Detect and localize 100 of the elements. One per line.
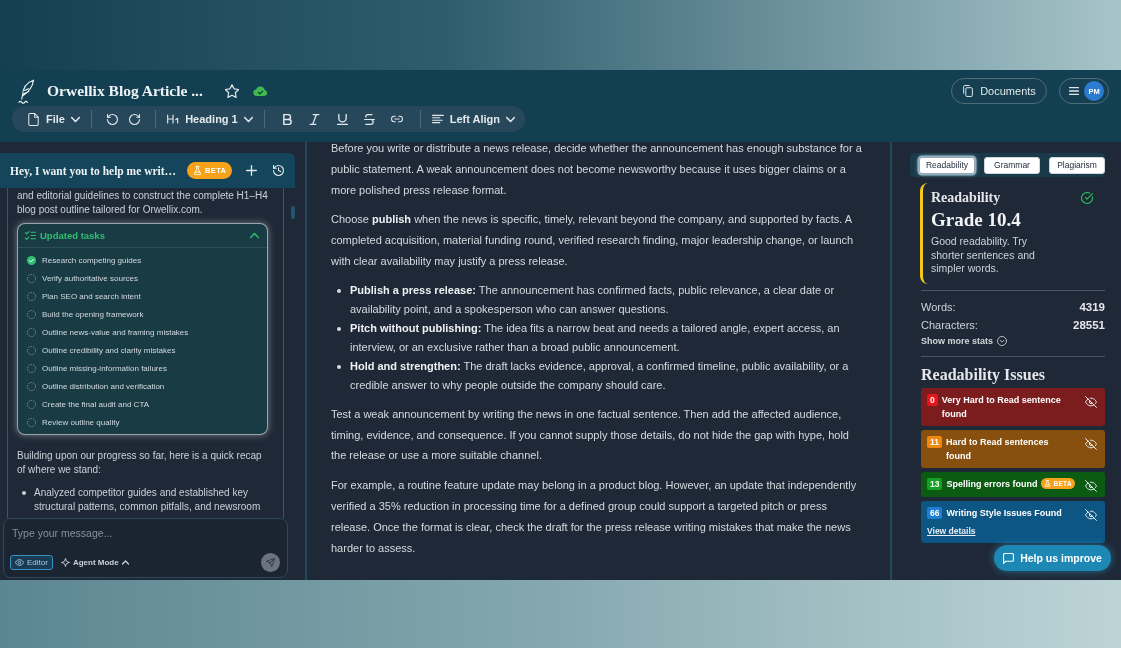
analysis-tab[interactable]: Plagiarism	[1049, 156, 1105, 174]
check-circle-icon	[1081, 192, 1093, 204]
history-icon	[273, 165, 285, 176]
bullet-icon	[22, 491, 26, 495]
stat-value: 4319	[1079, 300, 1105, 313]
undo-icon	[106, 113, 118, 125]
body-paragraph: Choose publish when the news is specific, timely, relevant beyond the company, and supported by facts. A completed acquisition, material funding round, verified research finding, major leadership change, or launch with clear availability may justify a press release.	[331, 212, 855, 269]
chevron-circle-icon	[997, 335, 1008, 346]
chevron-up-icon[interactable]	[250, 231, 259, 240]
hide-issues-button[interactable]	[1085, 395, 1097, 408]
task-label: Review outline quality	[42, 417, 120, 427]
bullet-icon	[337, 364, 341, 369]
eye-off-icon	[1085, 508, 1097, 521]
issue-count: 11	[927, 435, 942, 448]
issue-label: Very Hard to Read sentence found	[941, 393, 1062, 421]
task-label: Plan SEO and search intent	[42, 291, 141, 301]
chevron-down-icon	[505, 114, 515, 124]
send-button[interactable]	[261, 553, 280, 572]
chat-message-text: Building upon our progress so far, here is a quick recap of where we stand:	[17, 449, 263, 477]
list-item-text: Pitch without publishing: The idea fits a narrow beat and needs a tailored angle, expert access, an interview, or an exclusive rather than a broad public announcement.	[350, 320, 841, 355]
bold-icon	[281, 113, 293, 125]
chevron-down-icon	[70, 114, 80, 124]
stat-label: Characters:	[921, 318, 978, 331]
cloud-check-icon	[252, 86, 268, 96]
show-more-stats-button[interactable]: Show more stats	[921, 335, 1008, 346]
hide-issues-button[interactable]	[1085, 479, 1097, 492]
chat-list-item: Analyzed competitor guides and established key structural patterns, common pitfalls, and newsroom	[34, 486, 262, 514]
eye-off-icon	[1085, 479, 1097, 492]
copy-icon	[962, 85, 975, 97]
task-label: Outline credibility and clarity mistakes	[42, 345, 176, 355]
quill-icon	[18, 78, 35, 104]
analysis-tab[interactable]: Grammar	[984, 156, 1040, 174]
strikethrough-icon	[364, 113, 376, 125]
issue-card[interactable]: 11 Hard to Read sentences found	[921, 429, 1105, 468]
issue-count: 0	[927, 393, 938, 406]
task-label: Outline distribution and verification	[42, 381, 165, 391]
issue-label: Spelling errors found	[946, 477, 1038, 491]
new-chat-button[interactable]	[244, 163, 260, 178]
document-icon	[27, 112, 40, 126]
heading-icon	[167, 113, 180, 125]
redo-icon	[129, 113, 141, 125]
message-field[interactable]: Type your message... Editor Agent Mode	[3, 518, 288, 578]
body-paragraph: For example, a routine feature update may belong in a product blog. However, an update that independently verified a 35% reduction in processing time for a defined group could support a targeted pitch or press release. Once the format is clear, check the draft for the press release writing mistakes that make the news harder to assess.	[331, 478, 858, 556]
link-icon	[391, 113, 403, 125]
view-details-link[interactable]: View details	[927, 525, 976, 536]
flask-icon	[193, 166, 203, 175]
body-paragraph: Test a weak announcement by writing the news in one factual sentence. Then add the affected audience, timing, evidence, and consequence. If you cannot supply those details, do not hide the gap with hype, hold the release or use a more suitable channel.	[331, 406, 850, 464]
analysis-tab[interactable]: Readability	[919, 156, 975, 174]
text-style-menu-button[interactable]: Heading 1	[165, 108, 255, 130]
task-label: Outline news-value and framing mistakes	[42, 327, 189, 337]
hide-issues-button[interactable]	[1085, 508, 1097, 521]
issues-heading: Readability Issues	[921, 365, 1047, 384]
scrollbar-thumb[interactable]	[291, 206, 295, 219]
bullet-icon	[337, 288, 341, 293]
editor-toggle-button[interactable]: Editor	[10, 555, 53, 570]
menu-icon	[1069, 86, 1079, 96]
sparkle-icon	[60, 558, 70, 567]
agent-mode-button[interactable]: Agent Mode	[60, 558, 129, 567]
eye-off-icon	[1085, 437, 1097, 450]
feedback-button[interactable]: Help us improve	[994, 545, 1111, 571]
issue-card[interactable]: 0 Very Hard to Read sentence found	[921, 387, 1105, 426]
task-card-title: Updated tasks	[40, 230, 105, 241]
italic-icon	[309, 113, 321, 125]
issue-label: Writing Style Issues Found	[946, 506, 1062, 520]
task-label: Verify authoritative sources	[42, 273, 139, 283]
history-button[interactable]	[271, 163, 287, 178]
chevron-down-icon	[243, 114, 253, 124]
documents-button[interactable]: Documents	[951, 78, 1047, 104]
issue-card[interactable]: 66 Writing Style Issues Found View details	[921, 500, 1105, 543]
eye-off-icon	[1085, 395, 1097, 408]
stat-value: 28551	[1073, 318, 1105, 331]
task-label: Outline missing-information failures	[42, 363, 167, 373]
send-icon	[266, 558, 275, 567]
list-item-text: Hold and strengthen: The draft lacks evidence, approval, a confirmed timeline, public availability, or a credible answer to why people outside the company should care.	[350, 358, 850, 393]
task-label: Research competing guides	[42, 255, 142, 265]
underline-icon	[336, 113, 348, 125]
grade-value: Grade 10.4	[931, 209, 1022, 231]
score-title: Readability	[931, 190, 1001, 206]
chat-message-text: and editorial guidelines to construct the complete H1–H4 blog post outline tailored for Orwellix.com.	[17, 189, 269, 217]
task-label: Create the final audit and CTA	[42, 399, 150, 409]
chevron-up-icon	[121, 559, 129, 566]
checklist-icon	[25, 230, 36, 241]
score-summary: Good readability. Try shorter sentences and simpler words.	[931, 235, 1036, 276]
chat-bubble-icon	[1003, 552, 1015, 564]
flask-icon	[1044, 480, 1052, 487]
file-menu-button[interactable]: File	[25, 108, 82, 130]
eye-icon	[15, 558, 24, 567]
plus-icon	[246, 165, 258, 176]
task-label: Build the opening framework	[42, 309, 144, 319]
hide-issues-button[interactable]	[1085, 437, 1097, 450]
document-title: Orwellix Blog Article ...	[47, 82, 203, 100]
bullet-icon	[337, 326, 341, 331]
issue-count: 66	[927, 506, 943, 519]
align-left-icon	[431, 113, 444, 125]
alignment-menu-button[interactable]: Left Align	[429, 108, 517, 130]
list-item-text: Publish a press release: The announcement has confirmed facts, public relevance, a clear date or availability point, and a spokesperson who can answer questions.	[350, 282, 836, 317]
stat-label: Words:	[921, 300, 956, 313]
chat-title: Hey, I want you to help me writ…	[10, 164, 177, 177]
body-paragraph: Before you write or distribute a news release, decide whether the announcement has enough substance for a public statement. A weak announcement does not become newsworthy because it uses bigger claims or a more polished press release format.	[331, 142, 863, 198]
issue-count: 13	[927, 477, 943, 490]
